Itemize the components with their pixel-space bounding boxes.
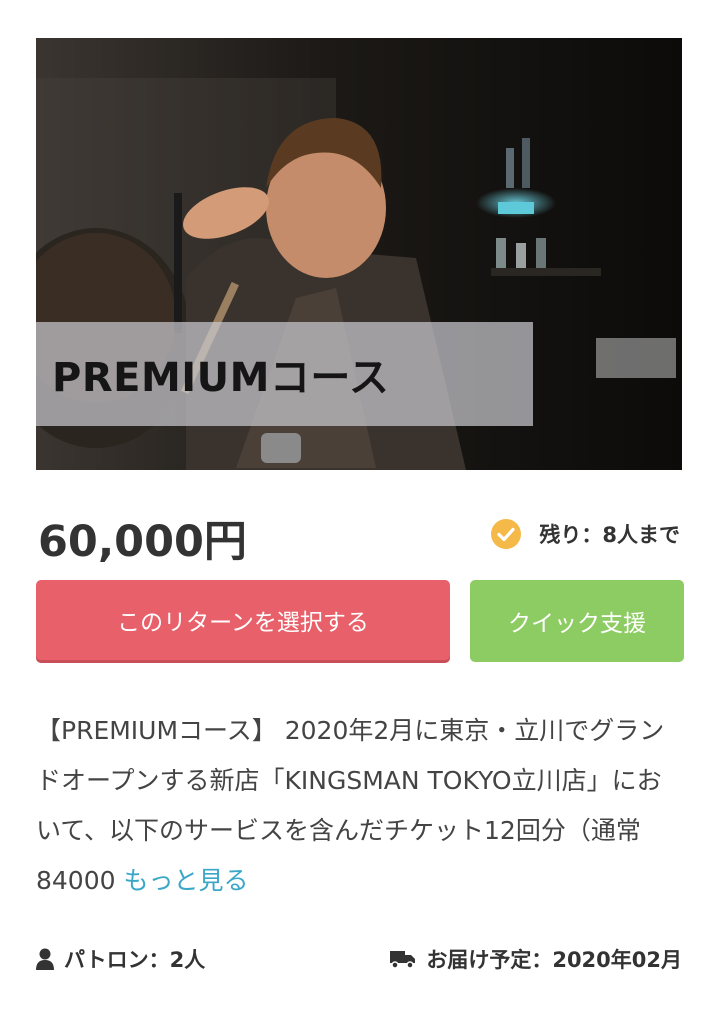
- check-circle-icon: [491, 519, 522, 549]
- reward-description: 【PREMIUMコース】 2020年2月に東京・立川でグランドオープンする新店「…: [36, 706, 686, 906]
- delivery-date: お届け予定：2020年02月: [390, 944, 682, 974]
- read-more-link[interactable]: もっと見る: [123, 866, 248, 895]
- meta-row: パトロン：2人 お届け予定：2020年02月: [36, 944, 682, 978]
- remaining-text: 残り：8人まで: [539, 523, 680, 547]
- reward-image[interactable]: PREMIUMコース: [36, 38, 682, 470]
- select-reward-button[interactable]: このリターンを選択する: [36, 580, 450, 660]
- delivery-label: お届け予定：2020年02月: [426, 948, 682, 972]
- price-row: 60,000円 残り：8人まで: [36, 505, 682, 569]
- remaining-badge: 残り：8人まで: [491, 519, 680, 549]
- user-icon: [36, 948, 54, 970]
- truck-icon: [390, 951, 416, 969]
- patron-count: パトロン：2人: [36, 944, 205, 974]
- hero-caption-text: PREMIUMコース: [52, 355, 390, 401]
- price: 60,000円: [38, 517, 247, 567]
- quick-support-button[interactable]: クイック支援: [470, 580, 684, 662]
- patron-label: パトロン：2人: [64, 948, 206, 972]
- hero-caption: PREMIUMコース: [36, 322, 533, 426]
